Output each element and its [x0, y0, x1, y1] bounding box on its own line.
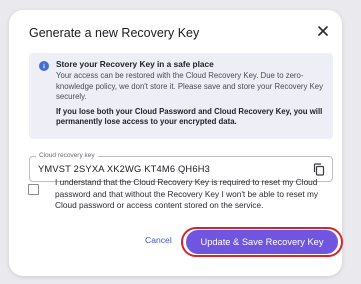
recovery-key-label: Cloud recovery key [36, 151, 98, 161]
info-warning: If you lose both your Cloud Password and… [56, 106, 323, 127]
info-body: Your access can be restored with the Clo… [56, 71, 324, 101]
info-icon [39, 61, 49, 71]
close-icon[interactable] [314, 22, 332, 40]
recovery-key-value: YMVST 2SYXA XK2WG KT4M6 QH6H3 [38, 164, 210, 174]
info-heading: Store your Recovery Key in a safe place [56, 59, 214, 69]
cancel-button[interactable]: Cancel [145, 235, 172, 245]
info-panel: Store your Recovery Key in a safe place … [29, 53, 333, 139]
consent-checkbox[interactable] [28, 184, 39, 195]
update-save-recovery-key-button[interactable]: Update & Save Recovery Key [186, 230, 338, 254]
dialog-title: Generate a new Recovery Key [29, 26, 200, 40]
copy-icon[interactable] [313, 163, 325, 176]
consent-text: I understand that the Cloud Recovery Key… [55, 177, 319, 210]
